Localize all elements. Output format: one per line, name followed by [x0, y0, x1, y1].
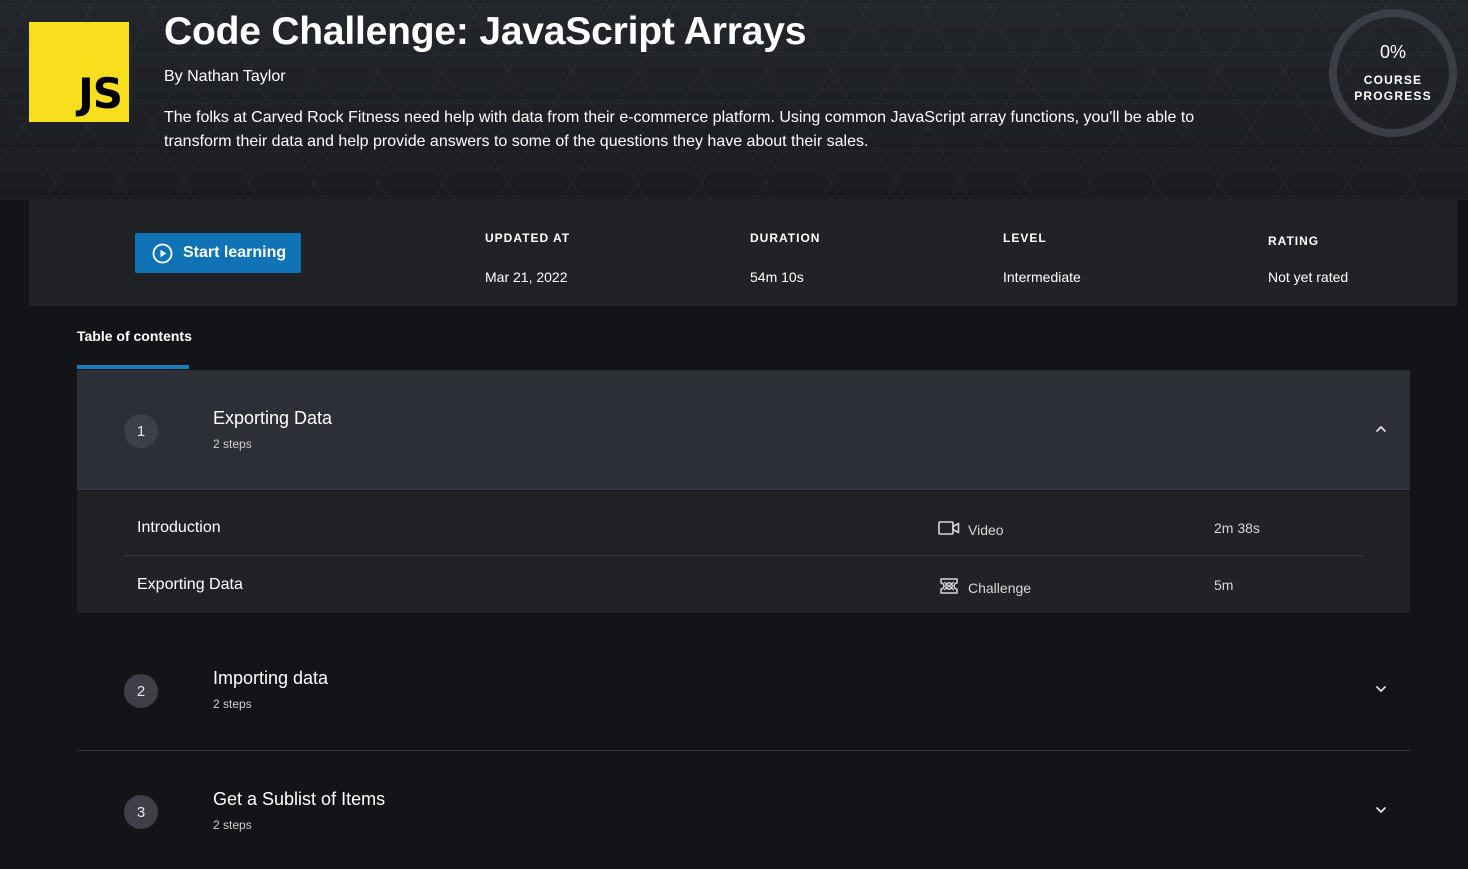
duration-value: 54m 10s	[750, 269, 804, 285]
step-duration: 5m	[1214, 577, 1234, 593]
module-steps-count: 2 steps	[213, 818, 252, 832]
module-title: Importing data	[213, 668, 329, 688]
step-row[interactable]: Exporting Data Challenge 5m	[125, 557, 1362, 614]
module-title: Get a Sublist of Items	[213, 789, 386, 809]
start-learning-label: Start learning	[183, 244, 287, 261]
module-number-badge: 2	[124, 674, 158, 708]
step-title: Exporting Data	[137, 576, 243, 593]
chevron-down-icon[interactable]	[1374, 803, 1388, 822]
step-row[interactable]: Introduction Video 2m 38s	[125, 499, 1362, 556]
course-progress-ring: 0% COURSE PROGRESS	[1328, 8, 1458, 138]
module-steps-count: 2 steps	[213, 437, 252, 451]
rating-heading: RATING	[1268, 234, 1320, 248]
play-circle-icon	[152, 243, 173, 264]
step-type-label: Challenge	[968, 579, 1032, 596]
javascript-logo: JS	[29, 22, 129, 122]
logo-text: JS	[78, 69, 123, 118]
module-1-steps: Introduction Video 2m 38s Exporting Data	[77, 491, 1410, 613]
challenge-icon	[938, 577, 960, 598]
video-icon	[938, 520, 960, 539]
course-hero: JS Code Challenge: JavaScript Arrays By …	[0, 0, 1468, 200]
chevron-up-icon[interactable]	[1374, 422, 1388, 441]
module-number-badge: 3	[124, 795, 158, 829]
updated-heading: UPDATED AT	[485, 231, 571, 245]
course-author: By Nathan Taylor	[164, 68, 286, 85]
module-steps-count: 2 steps	[213, 697, 252, 711]
course-title: Code Challenge: JavaScript Arrays	[164, 10, 807, 53]
step-type: Challenge	[938, 577, 1031, 598]
tab-table-of-contents[interactable]: Table of contents	[77, 328, 192, 344]
rating-value: Not yet rated	[1268, 269, 1349, 285]
progress-label-line2: PROGRESS	[1354, 89, 1432, 103]
start-learning-button[interactable]: Start learning	[135, 233, 301, 273]
module-header-3[interactable]: 3 Get a Sublist of Items 2 steps	[77, 751, 1410, 869]
course-description: The folks at Carved Rock Fitness need he…	[164, 109, 1195, 150]
level-value: Intermediate	[1003, 269, 1081, 285]
active-tab-indicator	[77, 365, 189, 369]
level-heading: LEVEL	[1003, 231, 1047, 245]
step-type: Video	[938, 520, 1004, 539]
step-title: Introduction	[137, 519, 221, 536]
module-number-badge: 1	[124, 414, 158, 448]
course-info-bar: Start learning UPDATED AT Mar 21, 2022 D…	[29, 200, 1457, 306]
module-title: Exporting Data	[213, 408, 333, 428]
updated-value: Mar 21, 2022	[485, 269, 568, 285]
progress-percent: 0%	[1379, 42, 1406, 62]
module-header-2[interactable]: 2 Importing data 2 steps	[77, 630, 1410, 750]
step-duration: 2m 38s	[1214, 520, 1260, 536]
progress-label: COURSE PROGRESS	[1328, 72, 1458, 104]
duration-heading: DURATION	[750, 231, 821, 245]
module-header-1[interactable]: 1 Exporting Data 2 steps	[77, 370, 1410, 490]
progress-label-line1: COURSE	[1363, 73, 1423, 87]
step-type-label: Video	[968, 521, 1004, 538]
chevron-down-icon[interactable]	[1374, 682, 1388, 701]
